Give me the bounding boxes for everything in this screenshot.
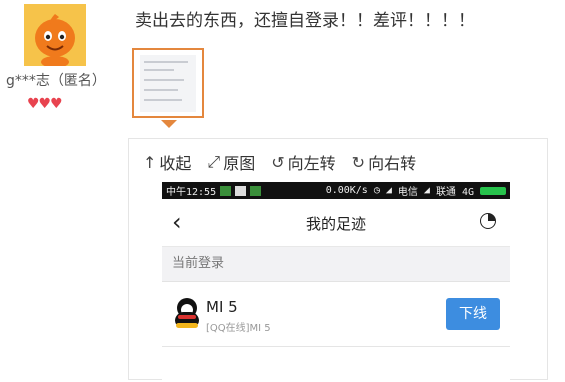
collapse-label: 收起 bbox=[159, 154, 192, 173]
original-image-button[interactable]: ⤢ 原图 bbox=[207, 151, 255, 173]
battery-icon bbox=[480, 186, 506, 195]
status-time: 中午12:55 bbox=[166, 187, 217, 198]
signal-icon: ◢ bbox=[423, 185, 430, 196]
carrier-1: 电信 bbox=[397, 187, 418, 198]
rotate-left-label: 向左转 bbox=[287, 154, 336, 173]
reviewer-username: g***志（匿名） bbox=[6, 73, 106, 89]
image-preview-panel: ↑ 收起 ⤢ 原图 ↺ 向左转 ↻ 向右转 中午12:55 0.00K/s ◷ bbox=[128, 138, 548, 382]
thumbnail-pointer-icon bbox=[161, 120, 177, 128]
logout-button[interactable]: 下线 bbox=[446, 298, 500, 330]
mascot-avatar-icon bbox=[24, 4, 86, 66]
rating-hearts: ♥♥♥ bbox=[27, 96, 63, 112]
reviewer-avatar[interactable] bbox=[24, 4, 86, 66]
carrier-2: 联通 4G bbox=[435, 187, 474, 198]
device-subtitle: [QQ在线]MI 5 bbox=[206, 323, 271, 334]
original-image-label: 原图 bbox=[223, 154, 256, 173]
signal-icon: ◢ bbox=[385, 185, 392, 196]
thumbnail-preview bbox=[140, 55, 196, 112]
rotate-right-icon: ↻ bbox=[351, 152, 366, 172]
device-name: MI 5 bbox=[206, 298, 238, 316]
preview-toolbar: ↑ 收起 ⤢ 原图 ↺ 向左转 ↻ 向右转 bbox=[143, 151, 416, 173]
collapse-button[interactable]: ↑ 收起 bbox=[143, 151, 192, 174]
rotate-right-label: 向右转 bbox=[368, 154, 417, 173]
notification-icon bbox=[220, 185, 232, 196]
notification-icon bbox=[250, 185, 262, 196]
collapse-icon: ↑ bbox=[143, 152, 157, 172]
rotate-left-icon: ↺ bbox=[271, 152, 285, 172]
alarm-icon: ◷ bbox=[373, 185, 380, 196]
qq-penguin-icon bbox=[174, 298, 200, 328]
phone-nav-bar: ‹ 我的足迹 bbox=[162, 199, 510, 247]
pie-chart-icon[interactable] bbox=[480, 213, 496, 229]
expand-icon: ⤢ bbox=[207, 152, 221, 171]
network-speed: 0.00K/s bbox=[325, 185, 368, 196]
rotate-left-button[interactable]: ↺ 向左转 bbox=[271, 151, 336, 174]
divider bbox=[162, 346, 510, 347]
phone-status-bar: 中午12:55 0.00K/s ◷ ◢ 电信 ◢ 联通 4G bbox=[162, 182, 510, 199]
rotate-right-button[interactable]: ↻ 向右转 bbox=[351, 151, 417, 174]
review-text: 卖出去的东西，还擅自登录！！差评！！！！ bbox=[135, 11, 475, 31]
phone-screenshot: 中午12:55 0.00K/s ◷ ◢ 电信 ◢ 联通 4G ‹ 我的足迹 当前… bbox=[162, 182, 510, 382]
section-header: 当前登录 bbox=[162, 247, 510, 282]
review-image-thumbnail[interactable] bbox=[132, 48, 204, 118]
notification-icon bbox=[235, 185, 247, 196]
list-item: MI 5 [QQ在线]MI 5 下线 bbox=[162, 282, 510, 346]
page-title: 我的足迹 bbox=[305, 215, 366, 233]
